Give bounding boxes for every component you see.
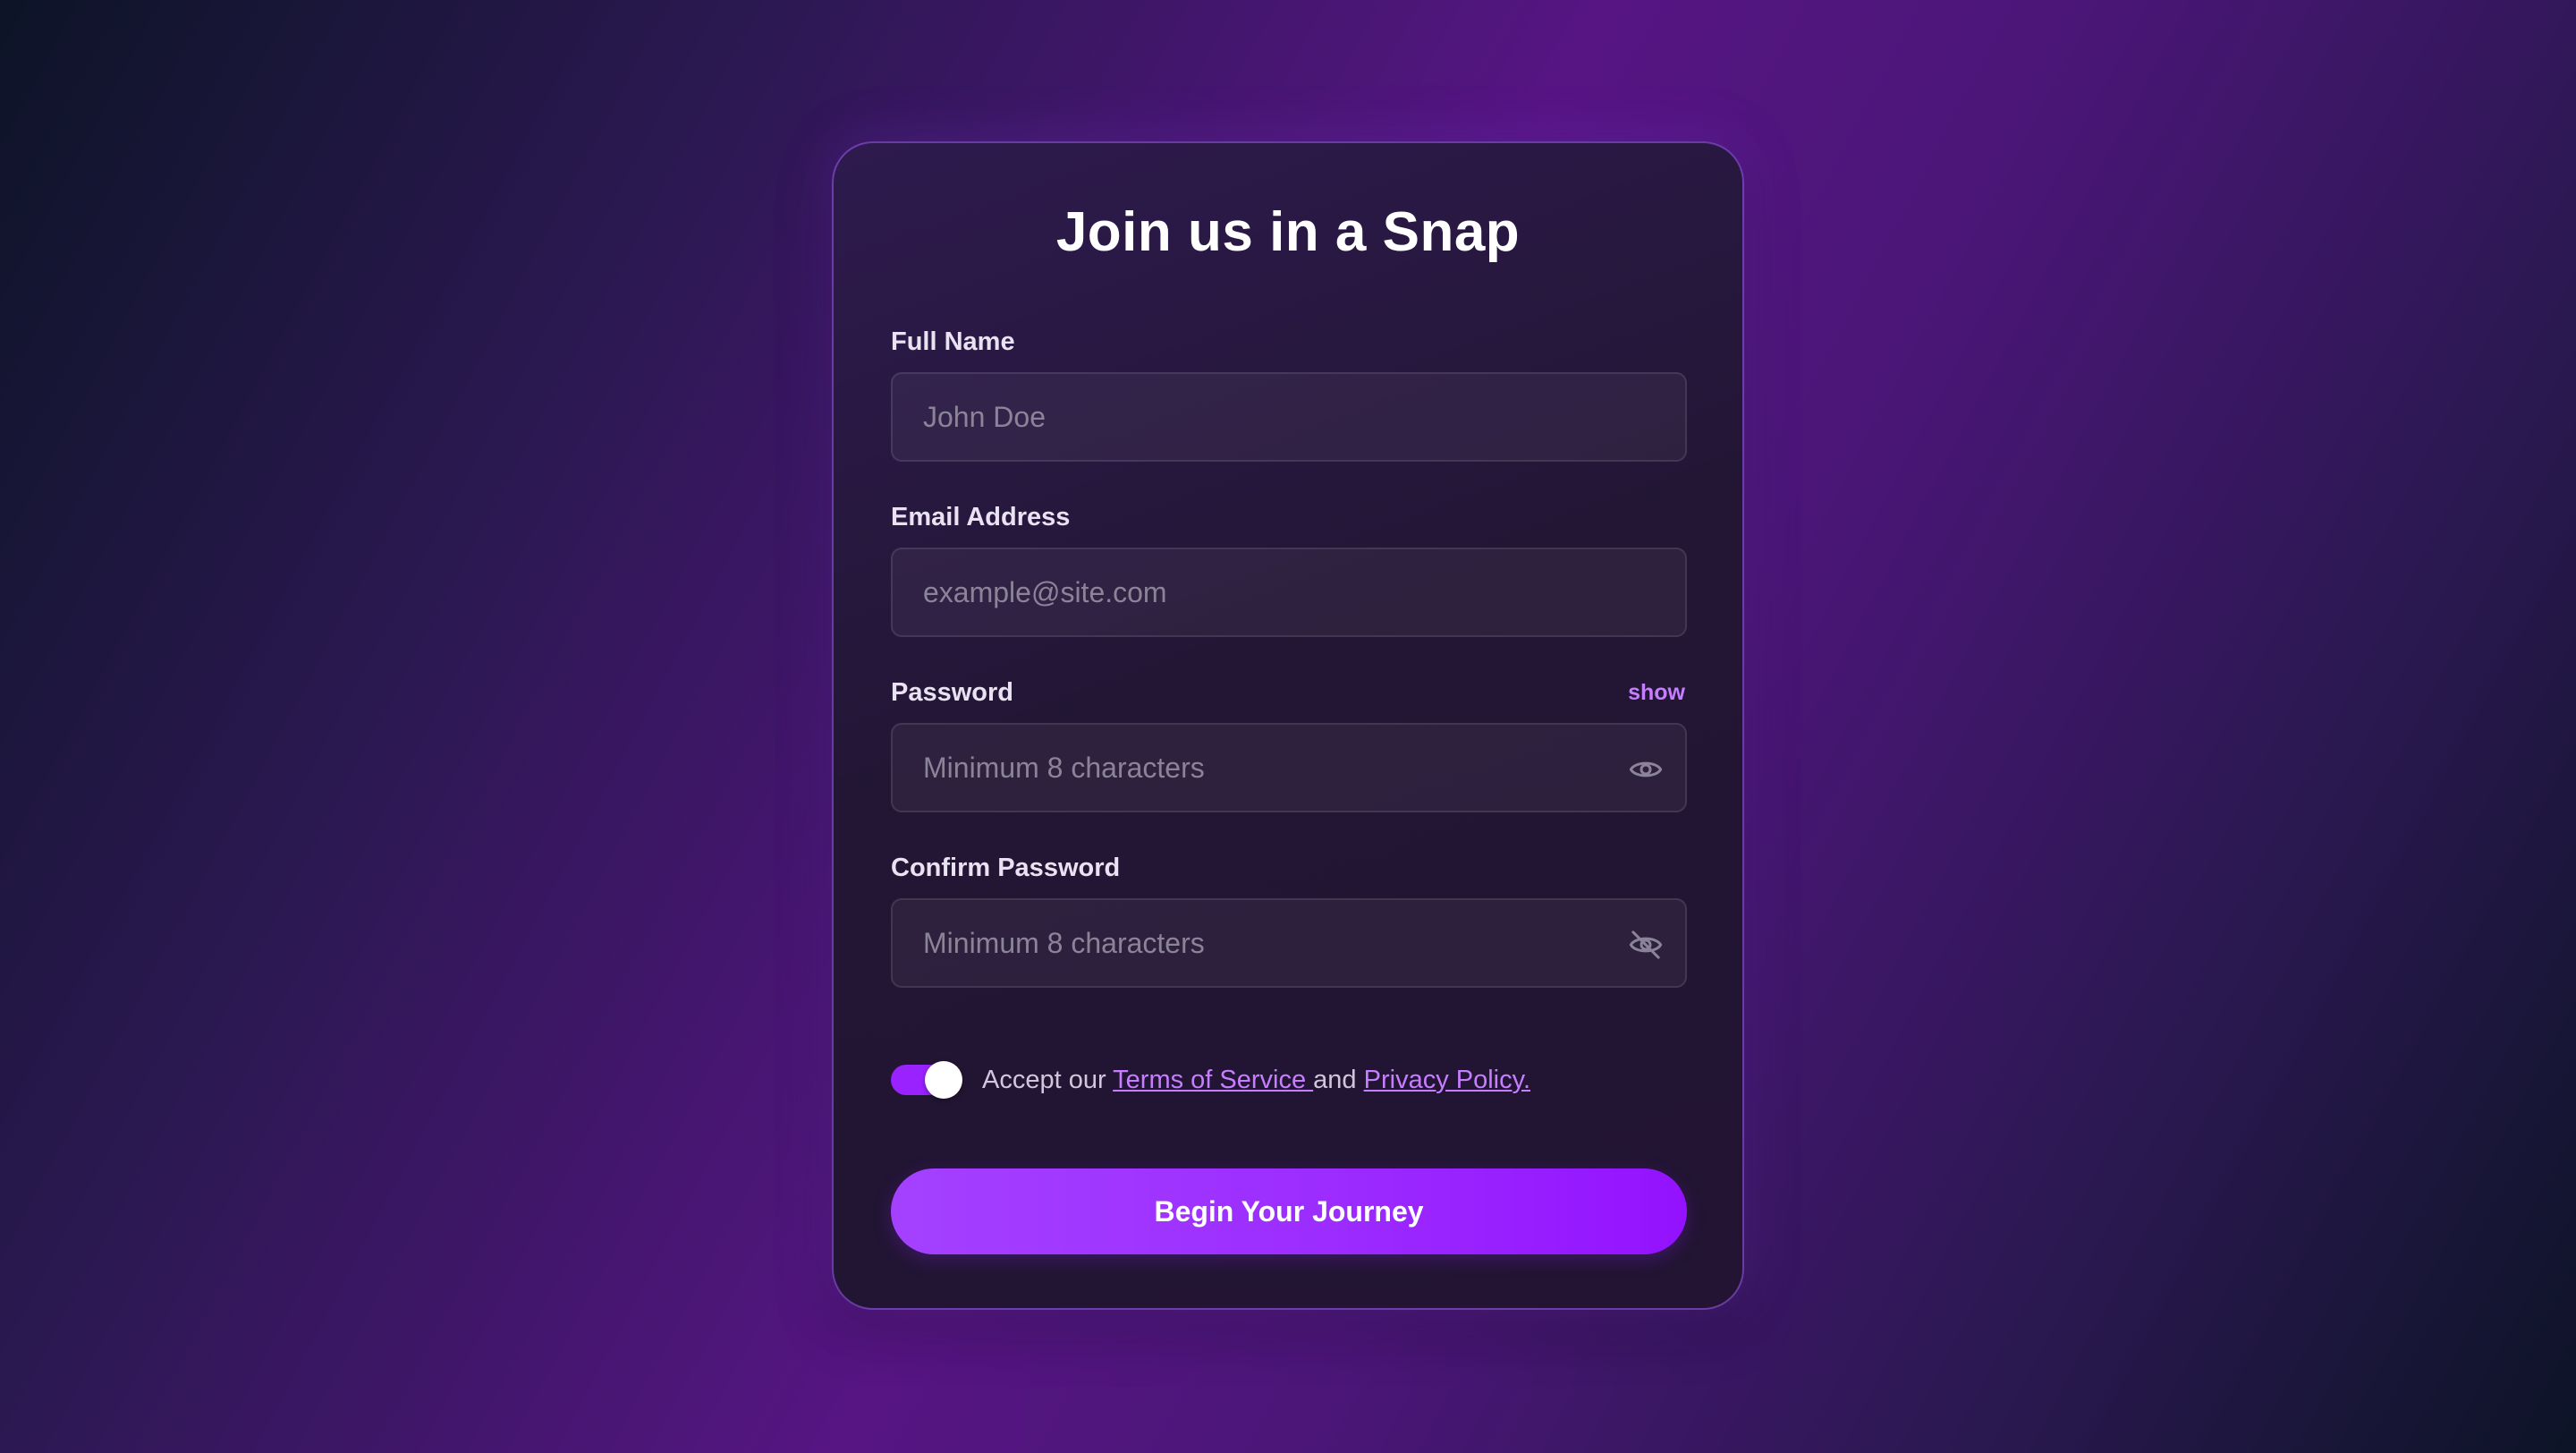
full-name-field[interactable] xyxy=(891,372,1687,462)
eye-icon[interactable] xyxy=(1628,752,1664,787)
show-password-link[interactable]: show xyxy=(1628,680,1685,706)
terms-row: Accept our Terms of Service and Privacy … xyxy=(891,1058,1530,1102)
password-field[interactable] xyxy=(891,723,1687,812)
email-input[interactable] xyxy=(893,549,1685,635)
confirm-password-input[interactable] xyxy=(893,900,1685,986)
terms-prefix: Accept our xyxy=(982,1065,1114,1094)
confirm-password-label: Confirm Password xyxy=(891,854,1121,882)
full-name-input[interactable] xyxy=(893,374,1685,460)
begin-journey-button[interactable]: Begin Your Journey xyxy=(891,1168,1687,1254)
password-input[interactable] xyxy=(893,725,1685,811)
terms-text: Accept our Terms of Service and Privacy … xyxy=(982,1066,1530,1095)
confirm-password-field[interactable] xyxy=(891,898,1687,988)
password-label: Password xyxy=(891,678,1013,707)
privacy-policy-link[interactable]: Privacy Policy. xyxy=(1364,1066,1530,1094)
eye-off-icon[interactable] xyxy=(1628,927,1664,963)
full-name-label: Full Name xyxy=(891,327,1015,356)
toggle-knob xyxy=(925,1061,962,1099)
email-field[interactable] xyxy=(891,548,1687,637)
terms-of-service-link[interactable]: Terms of Service xyxy=(1113,1066,1313,1094)
signup-card: Join us in a Snap Full Name Email Addres… xyxy=(832,141,1744,1310)
terms-toggle[interactable] xyxy=(891,1061,962,1099)
terms-connector: and xyxy=(1313,1065,1364,1094)
page-title: Join us in a Snap xyxy=(1055,201,1521,263)
email-label: Email Address xyxy=(891,503,1071,531)
